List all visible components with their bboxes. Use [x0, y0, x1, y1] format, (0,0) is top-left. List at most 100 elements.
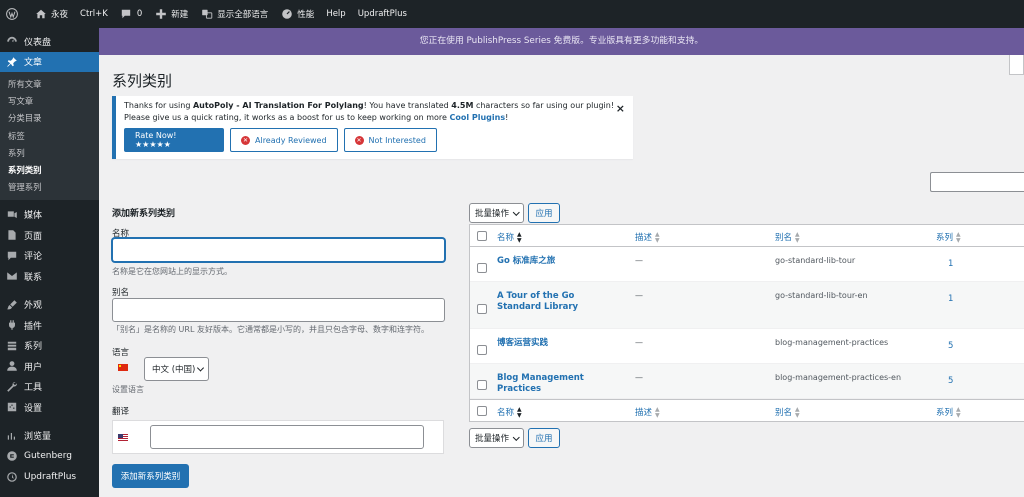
rate-now-button[interactable]: Rate Now! ★★★★★: [124, 128, 224, 152]
sidebar-item-label: Gutenberg: [24, 451, 72, 462]
category-description: —: [635, 291, 643, 300]
row-checkbox[interactable]: [477, 380, 487, 390]
sidebar-item-label: 外观: [24, 301, 43, 312]
sidebar-item-label: 文章: [24, 58, 43, 69]
slug-description: 「别名」是名称的 URL 友好版本。它通常都是小写的，并且只包含字母、数字和连字…: [112, 325, 429, 334]
sort-icon: ▲ ▼: [795, 405, 800, 419]
slug-input[interactable]: [112, 298, 445, 322]
row-checkbox[interactable]: [477, 304, 487, 314]
submenu-item[interactable]: 系列类别: [0, 162, 99, 179]
category-name-link[interactable]: A Tour of the Go Standard Library: [497, 291, 617, 313]
bulk-actions-select-top[interactable]: 批量操作: [469, 203, 524, 223]
series-count-link[interactable]: 5: [948, 341, 953, 351]
sidebar-item-chart[interactable]: 浏览量: [0, 425, 99, 446]
category-name-link[interactable]: 博客运营实践: [497, 338, 617, 349]
column-count-header[interactable]: 系列 ▲ ▼: [936, 406, 961, 419]
wrench-icon: [6, 381, 18, 393]
sidebar-item-label: 媒体: [24, 211, 43, 222]
new-label: 新建: [171, 10, 189, 20]
category-slug: blog-management-practices-en: [775, 373, 902, 382]
category-name-link[interactable]: Blog Management Practices: [497, 373, 617, 395]
sidebar-item-settings[interactable]: 设置: [0, 397, 99, 418]
cool-plugins-link[interactable]: Cool Plugins: [449, 113, 505, 122]
close-icon[interactable]: ×: [616, 102, 625, 115]
mail-icon: [6, 270, 18, 282]
sidebar-item-user[interactable]: 用户: [0, 356, 99, 377]
sidebar-item-label: UpdraftPlus: [24, 471, 77, 482]
submenu-item[interactable]: 写文章: [0, 93, 99, 110]
column-name-header[interactable]: 名称 ▲ ▼: [497, 231, 522, 244]
screen-options-tab[interactable]: [1009, 55, 1024, 75]
sidebar-item-label: 用户: [24, 362, 43, 373]
comment-bubble-icon: [120, 8, 133, 21]
table-row: Blog Management Practices — blog-managem…: [470, 364, 1024, 399]
new-content-link[interactable]: 新建: [148, 0, 194, 28]
plugin-icon: [6, 319, 18, 331]
name-description: 名称是它在您网站上的显示方式。: [112, 267, 232, 276]
help-label: Help: [326, 9, 346, 19]
series-count-link[interactable]: 1: [948, 294, 953, 304]
translation-input[interactable]: [150, 425, 424, 449]
page-icon: [6, 229, 18, 241]
search-input[interactable]: [930, 172, 1024, 192]
submenu-item[interactable]: 标签: [0, 128, 99, 145]
sidebar-item-media[interactable]: 媒体: [0, 204, 99, 225]
wordpress-icon: [5, 8, 18, 21]
bulk-actions-select-bottom[interactable]: 批量操作: [469, 428, 524, 448]
already-reviewed-button[interactable]: ✕ Already Reviewed: [230, 128, 338, 152]
submenu-item[interactable]: 管理系列: [0, 179, 99, 196]
apply-button-top[interactable]: 应用: [528, 203, 560, 223]
column-name-header[interactable]: 名称 ▲ ▼: [497, 406, 522, 419]
category-name-link[interactable]: Go 标准库之旅: [497, 256, 617, 267]
sidebar-item-comment[interactable]: 评论: [0, 245, 99, 266]
sidebar-item-plugin[interactable]: 插件: [0, 315, 99, 336]
add-series-category-button[interactable]: 添加新系列类别: [112, 464, 189, 488]
not-interested-button[interactable]: ✕ Not Interested: [343, 128, 437, 152]
updraftplus-link[interactable]: UpdraftPlus: [352, 0, 413, 28]
sidebar-item-brush[interactable]: 外观: [0, 294, 99, 315]
column-desc-header[interactable]: 描述 ▲ ▼: [635, 231, 660, 244]
sidebar-item-dashboard[interactable]: 仪表盘: [0, 31, 99, 52]
add-form-title: 添加新系列类别: [112, 209, 176, 219]
submenu-item[interactable]: 所有文章: [0, 76, 99, 93]
category-description: —: [635, 256, 643, 265]
plus-icon: [154, 8, 167, 21]
gutenberg-icon: [6, 450, 18, 462]
site-name-link[interactable]: 永夜: [28, 0, 74, 28]
row-checkbox[interactable]: [477, 345, 487, 355]
column-desc-header[interactable]: 描述 ▲ ▼: [635, 406, 660, 419]
comments-link[interactable]: 0: [114, 0, 148, 28]
submenu-item[interactable]: 系列: [0, 145, 99, 162]
sidebar-item-wrench[interactable]: 工具: [0, 376, 99, 397]
language-filter-link[interactable]: 显示全部语言: [194, 0, 274, 28]
sort-icon: ▲ ▼: [795, 230, 800, 244]
select-all-checkbox[interactable]: [477, 231, 487, 241]
column-slug-header[interactable]: 别名 ▲ ▼: [775, 231, 800, 244]
language-select[interactable]: 中文 (中国): [144, 357, 209, 381]
table-row: A Tour of the Go Standard Library — go-s…: [470, 282, 1024, 329]
apply-button-bottom[interactable]: 应用: [528, 428, 560, 448]
sidebar-item-series[interactable]: 系列: [0, 335, 99, 356]
wordpress-logo-button[interactable]: [0, 0, 28, 28]
publishpress-banner: 您正在使用 PublishPress Series 免费版。专业版具有更多功能和…: [99, 28, 1024, 55]
sidebar-item-updraft[interactable]: UpdraftPlus: [0, 466, 99, 487]
translate-icon: [200, 8, 213, 21]
sidebar-item-gutenberg[interactable]: Gutenberg: [0, 446, 99, 467]
sidebar-item-page[interactable]: 页面: [0, 225, 99, 246]
column-slug-header[interactable]: 别名 ▲ ▼: [775, 406, 800, 419]
performance-link[interactable]: 性能: [274, 0, 320, 28]
page-title: 系列类别: [112, 72, 173, 90]
sidebar-item-mail[interactable]: 联系: [0, 266, 99, 287]
column-count-header[interactable]: 系列 ▲ ▼: [936, 231, 961, 244]
series-count-link[interactable]: 5: [948, 376, 953, 386]
series-count-link[interactable]: 1: [948, 259, 953, 269]
command-palette-shortcut[interactable]: Ctrl+K: [74, 0, 114, 28]
shortcut-label: Ctrl+K: [80, 9, 108, 19]
row-checkbox[interactable]: [477, 263, 487, 273]
sort-icon: ▲ ▼: [517, 230, 522, 244]
name-input[interactable]: [112, 238, 445, 262]
sidebar-item-pin[interactable]: 文章: [0, 51, 99, 72]
select-all-checkbox[interactable]: [477, 406, 487, 416]
submenu-item[interactable]: 分类目录: [0, 110, 99, 127]
help-link[interactable]: Help: [320, 0, 351, 28]
